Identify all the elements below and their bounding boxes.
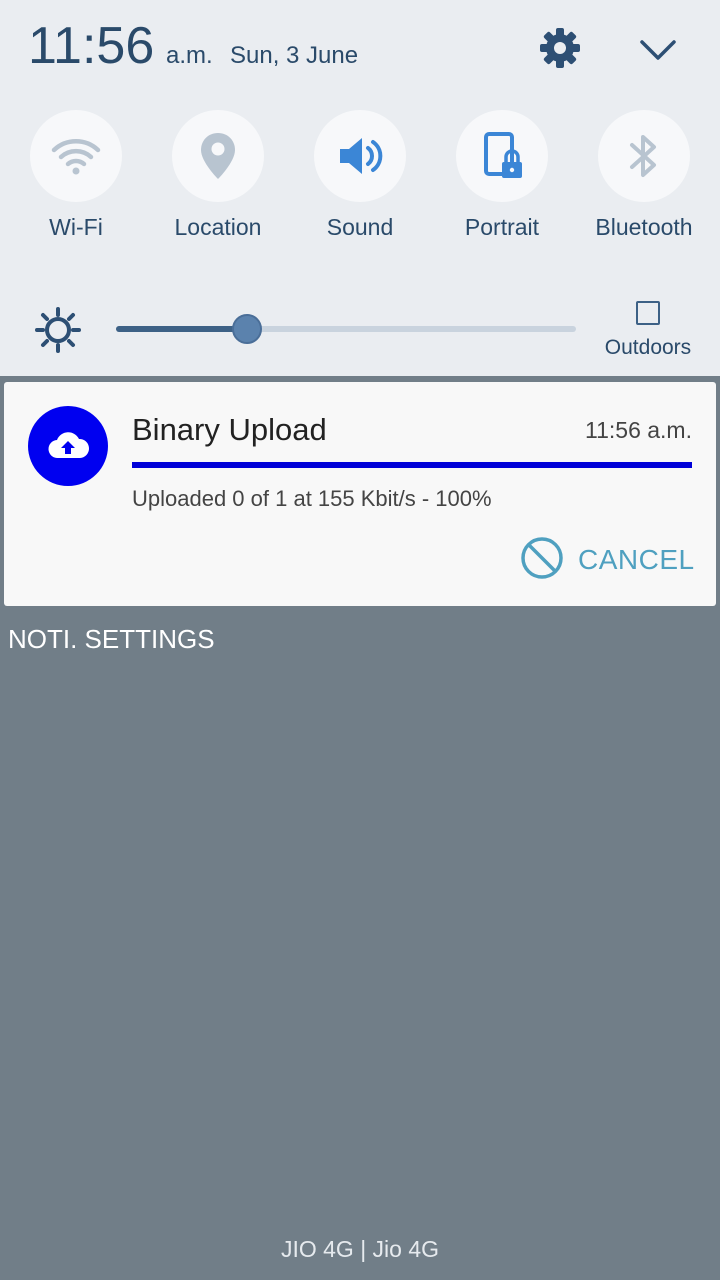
notification-time: 11:56 a.m. (585, 417, 692, 443)
tile-label: Portrait (464, 214, 540, 240)
notification-text: Uploaded 0 of 1 at 155 Kbit/s - 100% (132, 486, 492, 511)
tile-wifi[interactable]: Wi-Fi (6, 110, 146, 250)
bluetooth-icon (598, 110, 690, 202)
tile-sound[interactable]: Sound (290, 110, 430, 250)
outdoors-checkbox[interactable] (636, 301, 660, 325)
notification-title: Binary Upload (132, 412, 327, 447)
tile-label: Sound (326, 214, 394, 240)
clock-time: 11:56 (28, 17, 155, 75)
slider-fill (116, 326, 247, 332)
clock-ampm: a.m. (166, 42, 213, 69)
cancel-icon (520, 536, 564, 585)
cancel-label: CANCEL (578, 544, 695, 575)
quick-settings-panel: 11:56 a.m. Sun, 3 June Wi-Fi Location So… (0, 0, 720, 376)
carrier-label: JIO 4G | Jio 4G (280, 1236, 440, 1262)
upload-progress-bar (132, 462, 692, 468)
chevron-down-icon[interactable] (634, 26, 682, 74)
brightness-icon (34, 306, 82, 354)
tile-label: Location (174, 214, 262, 240)
tile-bluetooth[interactable]: Bluetooth (574, 110, 714, 250)
status-date: Sun, 3 June (230, 42, 359, 69)
cloud-upload-icon (28, 406, 108, 486)
portrait-lock-icon (456, 110, 548, 202)
cancel-button[interactable]: CANCEL (520, 536, 695, 584)
notification-card[interactable]: Binary Upload 11:56 a.m. Uploaded 0 of 1… (4, 382, 716, 606)
slider-thumb[interactable] (232, 314, 262, 344)
speaker-icon (314, 110, 406, 202)
tile-label: Bluetooth (595, 214, 693, 240)
tile-portrait[interactable]: Portrait (432, 110, 572, 250)
location-pin-icon (172, 110, 264, 202)
wifi-icon (30, 110, 122, 202)
gear-icon[interactable] (536, 24, 584, 72)
brightness-slider[interactable] (116, 314, 576, 344)
progress-fill (132, 462, 692, 468)
outdoors-label: Outdoors (604, 336, 692, 359)
tile-location[interactable]: Location (148, 110, 288, 250)
noti-settings-button[interactable]: NOTI. SETTINGS (8, 624, 215, 655)
tile-label: Wi-Fi (49, 214, 103, 240)
